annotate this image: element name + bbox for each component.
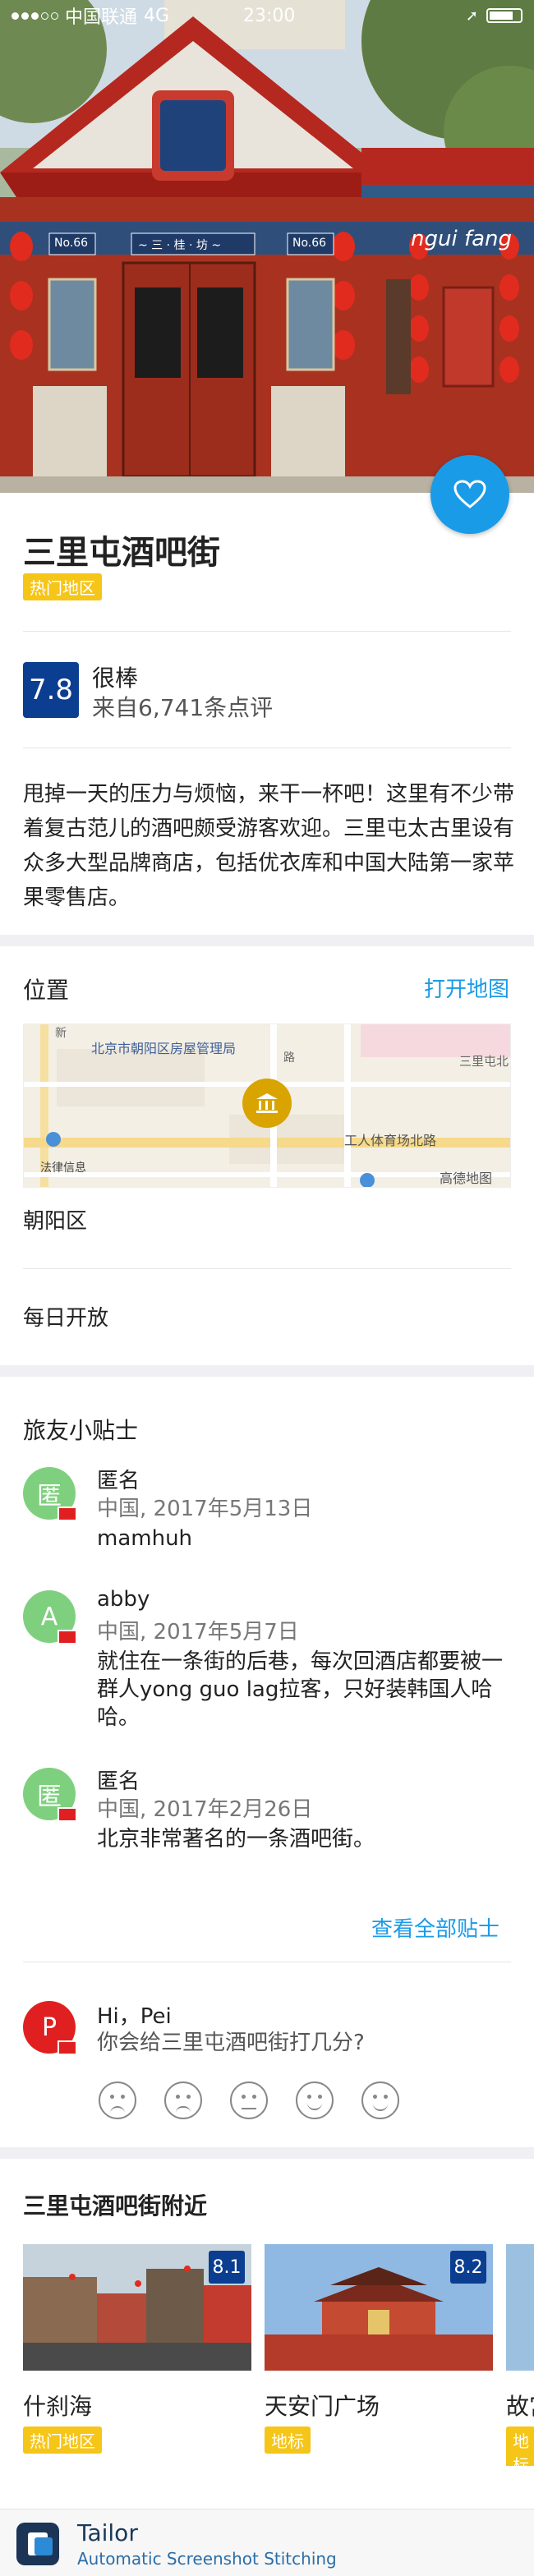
neutral-face-icon[interactable]	[230, 2082, 268, 2119]
map-label-brand: 高德地图	[440, 1171, 493, 1186]
nearby-card-tag: 地标	[506, 2426, 534, 2466]
section-gap	[0, 1365, 534, 1377]
tip-body: 北京非常著名的一条酒吧街。	[97, 1827, 375, 1852]
nearby-card-partial[interactable]: 故宫 地标	[506, 2244, 534, 2466]
hero-sign-right: No.66	[292, 237, 327, 250]
avatar-initial: P	[41, 2012, 58, 2042]
china-flag-icon	[58, 2040, 77, 2055]
nearby-card-tag: 热门地区	[23, 2426, 102, 2454]
heart-icon	[453, 480, 486, 508]
district-text: 朝阳区	[23, 1209, 88, 1234]
nearby-card-name: 故宫	[506, 2393, 534, 2420]
very-sad-face-icon[interactable]	[99, 2082, 136, 2119]
very-happy-face-icon[interactable]	[361, 2082, 399, 2119]
tip-body: mamhuh	[97, 1526, 193, 1551]
opening-hours: 每日开放	[23, 1306, 109, 1331]
hero-sign-left: No.66	[54, 237, 89, 250]
divider	[23, 1268, 511, 1269]
battery-icon	[486, 8, 522, 23]
rate-question: 你会给三里屯酒吧街打几分?	[97, 2031, 365, 2055]
tip-meta: 中国, 2017年5月13日	[97, 1497, 313, 1521]
avatar: A	[23, 1590, 77, 1644]
landmark-pin-icon	[242, 1079, 292, 1128]
nearby-card-image: 8.1	[23, 2244, 251, 2371]
rating-score-badge: 7.8	[23, 662, 79, 718]
avatar: 匿	[23, 1768, 77, 1822]
open-map-link[interactable]: 打开地图	[424, 973, 509, 1003]
category-tag: 热门地区	[23, 573, 102, 600]
hero-sign-center: ~ 三 · 桂 · 坊 ~	[138, 239, 222, 252]
nearby-card[interactable]: 8.1 什刹海 热门地区	[23, 2244, 251, 2454]
tailor-app-logo-icon	[16, 2523, 59, 2565]
footer-app-name: Tailor	[77, 2519, 138, 2546]
sad-face-icon[interactable]	[164, 2082, 202, 2119]
map-label-top-right: 三里屯北	[459, 1054, 509, 1069]
tip-author: 匿名	[97, 1769, 140, 1794]
tip-author: 匿名	[97, 1469, 140, 1493]
signal-icon	[12, 12, 58, 20]
nearby-card-name: 什刹海	[23, 2393, 93, 2420]
tips-header: 旅友小贴士	[23, 1417, 139, 1444]
map-label-road: 工人体育场北路	[344, 1133, 437, 1148]
map-label-edge: 新	[55, 1027, 67, 1040]
china-flag-icon	[58, 1506, 77, 1521]
nearby-header: 三里屯酒吧街附近	[23, 2192, 208, 2220]
section-gap	[0, 2147, 534, 2159]
nearby-score-badge: 8.2	[450, 2251, 486, 2284]
footer-tagline: Automatic Screenshot Stitching	[77, 2549, 337, 2569]
map-label-road-mid: 路	[283, 1051, 295, 1065]
nearby-card-image	[506, 2244, 534, 2371]
map-label-legal: 法律信息	[40, 1162, 86, 1175]
page-title: 三里屯酒吧街	[23, 534, 220, 572]
nearby-card-name: 天安门广场	[265, 2393, 380, 2420]
location-header: 位置	[23, 977, 70, 1004]
tip-body: 就住在一条街的后巷，每次回酒店都要被一群人yong guo lag拉客，只好装韩…	[97, 1649, 504, 1730]
divider	[23, 631, 511, 632]
tip-author: abby	[97, 1587, 150, 1612]
status-bar: 中国联通 4G 23:00 ➚	[0, 0, 534, 31]
tip-meta: 中国, 2017年2月26日	[97, 1797, 313, 1822]
nearby-card[interactable]: 8.2 天安门广场 地标	[265, 2244, 493, 2454]
china-flag-icon	[58, 1630, 77, 1644]
nearby-card-image: 8.2	[265, 2244, 493, 2371]
section-gap	[0, 935, 534, 946]
stitch-app-footer: Tailor Automatic Screenshot Stitching	[0, 2509, 534, 2576]
review-count[interactable]: 来自6,741条点评	[92, 690, 273, 723]
carrier: 中国联通	[65, 7, 138, 28]
favorite-button[interactable]	[430, 455, 509, 534]
map-thumbnail[interactable]: 北京市朝阳区房屋管理局 工人体育场北路 法律信息 高德地图 三里屯北 新 路	[23, 1024, 511, 1188]
user-avatar: P	[23, 2001, 77, 2055]
china-flag-icon	[58, 1807, 77, 1822]
nearby-card-tag: 地标	[265, 2426, 311, 2454]
happy-face-icon[interactable]	[296, 2082, 334, 2119]
hero-photo: No.66 No.66 ~ 三 · 桂 · 坊 ~ ngui fang	[0, 0, 534, 493]
network: 4G	[144, 5, 170, 26]
avatar: 匿	[23, 1467, 77, 1521]
location-icon: ➚	[465, 7, 478, 25]
hero-sign-side: ngui fang	[411, 227, 513, 251]
rating-label[interactable]: 很棒	[92, 660, 138, 693]
tip-meta: 中国, 2017年5月7日	[97, 1620, 299, 1644]
map-label-office: 北京市朝阳区房屋管理局	[91, 1041, 237, 1056]
avatar-initial: A	[40, 1602, 58, 1631]
place-description: 甩掉一天的压力与烦恼，来干一杯吧！这里有不少带着复古范儿的酒吧颇受游客欢迎。三里…	[23, 782, 515, 910]
clock: 23:00	[243, 5, 296, 26]
view-all-tips-link[interactable]: 查看全部贴士	[371, 1912, 499, 1943]
nearby-score-badge: 8.1	[209, 2251, 245, 2284]
